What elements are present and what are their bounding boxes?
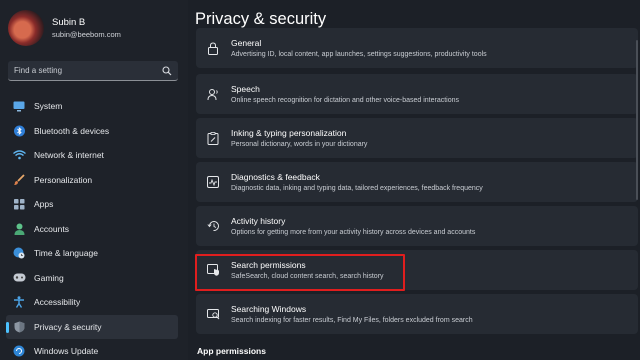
card-text: Inking & typing personalization Personal… bbox=[231, 127, 367, 150]
card-general[interactable]: General Advertising ID, local content, a… bbox=[196, 28, 638, 68]
sidebar-item-label: Gaming bbox=[34, 272, 64, 283]
sidebar-nav: System Bluetooth & devices Network & int… bbox=[6, 94, 178, 360]
sidebar-item-accounts[interactable]: Accounts bbox=[6, 217, 178, 242]
card-searching-windows[interactable]: Searching Windows Search indexing for fa… bbox=[196, 294, 638, 334]
sidebar-item-label: Time & language bbox=[34, 248, 98, 259]
monitor-icon bbox=[12, 99, 26, 113]
sidebar-item-label: Personalization bbox=[34, 174, 93, 185]
history-icon bbox=[196, 220, 230, 232]
card-desc: Advertising ID, local content, app launc… bbox=[231, 50, 487, 58]
profile-name: Subin B bbox=[52, 17, 86, 28]
highlight-box bbox=[195, 254, 405, 291]
sidebar-item-label: Network & internet bbox=[34, 150, 104, 161]
card-text: Speech Online speech recognition for dic… bbox=[231, 83, 459, 106]
card-desc: Options for getting more from your activ… bbox=[231, 228, 476, 236]
profile-email: subin@beebom.com bbox=[52, 30, 121, 39]
lock-icon bbox=[196, 41, 230, 55]
sidebar-item-accessibility[interactable]: Accessibility bbox=[6, 290, 178, 315]
sidebar-item-label: Apps bbox=[34, 199, 54, 210]
sidebar-item-bluetooth[interactable]: Bluetooth & devices bbox=[6, 119, 178, 144]
wifi-icon bbox=[12, 148, 26, 162]
sidebar-item-gaming[interactable]: Gaming bbox=[6, 266, 178, 291]
sidebar-item-network[interactable]: Network & internet bbox=[6, 143, 178, 168]
search-placeholder: Find a setting bbox=[14, 66, 63, 75]
accessibility-icon bbox=[12, 295, 26, 309]
apps-icon bbox=[12, 197, 26, 211]
gamepad-icon bbox=[12, 271, 26, 285]
sidebar-item-apps[interactable]: Apps bbox=[6, 192, 178, 217]
sidebar-item-label: Accounts bbox=[34, 223, 69, 234]
main-content: Privacy & security General Advertising I… bbox=[188, 0, 640, 360]
brush-icon bbox=[12, 173, 26, 187]
card-inking-typing[interactable]: Inking & typing personalization Personal… bbox=[196, 118, 638, 158]
clipboard-pen-icon bbox=[196, 131, 230, 145]
card-text: Diagnostics & feedback Diagnostic data, … bbox=[231, 171, 483, 194]
card-diagnostics[interactable]: Diagnostics & feedback Diagnostic data, … bbox=[196, 162, 638, 202]
shield-icon bbox=[12, 320, 26, 334]
sidebar-item-time-language[interactable]: Time & language bbox=[6, 241, 178, 266]
card-text: General Advertising ID, local content, a… bbox=[231, 37, 487, 60]
card-text: Searching Windows Search indexing for fa… bbox=[231, 303, 473, 326]
person-icon bbox=[12, 222, 26, 236]
sidebar-item-label: System bbox=[34, 101, 63, 112]
card-speech[interactable]: Speech Online speech recognition for dic… bbox=[196, 74, 638, 114]
sidebar-item-windows-update[interactable]: Windows Update bbox=[6, 339, 178, 360]
card-title: Diagnostics & feedback bbox=[231, 171, 320, 182]
avatar[interactable] bbox=[8, 10, 44, 46]
sidebar-item-label: Windows Update bbox=[34, 346, 99, 357]
card-title: Inking & typing personalization bbox=[231, 127, 347, 138]
update-icon bbox=[12, 344, 26, 358]
card-desc: Diagnostic data, inking and typing data,… bbox=[231, 184, 483, 192]
search-icon[interactable] bbox=[162, 65, 172, 76]
search-input[interactable]: Find a setting bbox=[8, 61, 178, 81]
user-profile[interactable]: Subin B subin@beebom.com bbox=[8, 10, 121, 46]
sidebar-item-personalization[interactable]: Personalization bbox=[6, 168, 178, 193]
search-windows-icon bbox=[196, 308, 230, 320]
page-title: Privacy & security bbox=[195, 10, 327, 28]
bluetooth-icon bbox=[12, 124, 26, 138]
card-desc: Online speech recognition for dictation … bbox=[231, 96, 460, 104]
app-permissions-heading: App permissions bbox=[197, 346, 266, 356]
sidebar-item-system[interactable]: System bbox=[6, 94, 178, 119]
speech-icon bbox=[196, 88, 230, 101]
diagnostics-icon bbox=[196, 176, 230, 188]
card-title: Activity history bbox=[231, 215, 286, 226]
globe-clock-icon bbox=[12, 246, 26, 260]
sidebar: Subin B subin@beebom.com Find a setting … bbox=[0, 0, 188, 360]
sidebar-item-privacy-security[interactable]: Privacy & security bbox=[6, 314, 178, 339]
card-activity-history[interactable]: Activity history Options for getting mor… bbox=[196, 206, 638, 246]
card-title: Searching Windows bbox=[231, 303, 307, 314]
card-title: General bbox=[231, 37, 262, 48]
sidebar-item-label: Privacy & security bbox=[34, 321, 102, 332]
scrollbar[interactable] bbox=[636, 40, 638, 200]
card-desc: Search indexing for faster results, Find… bbox=[231, 316, 473, 324]
card-desc: Personal dictionary, words in your dicti… bbox=[231, 140, 368, 148]
sidebar-item-label: Bluetooth & devices bbox=[34, 125, 110, 136]
card-text: Activity history Options for getting mor… bbox=[231, 215, 475, 238]
profile-text: Subin B subin@beebom.com bbox=[52, 16, 121, 40]
card-title: Speech bbox=[231, 83, 260, 94]
sidebar-item-label: Accessibility bbox=[34, 297, 81, 308]
